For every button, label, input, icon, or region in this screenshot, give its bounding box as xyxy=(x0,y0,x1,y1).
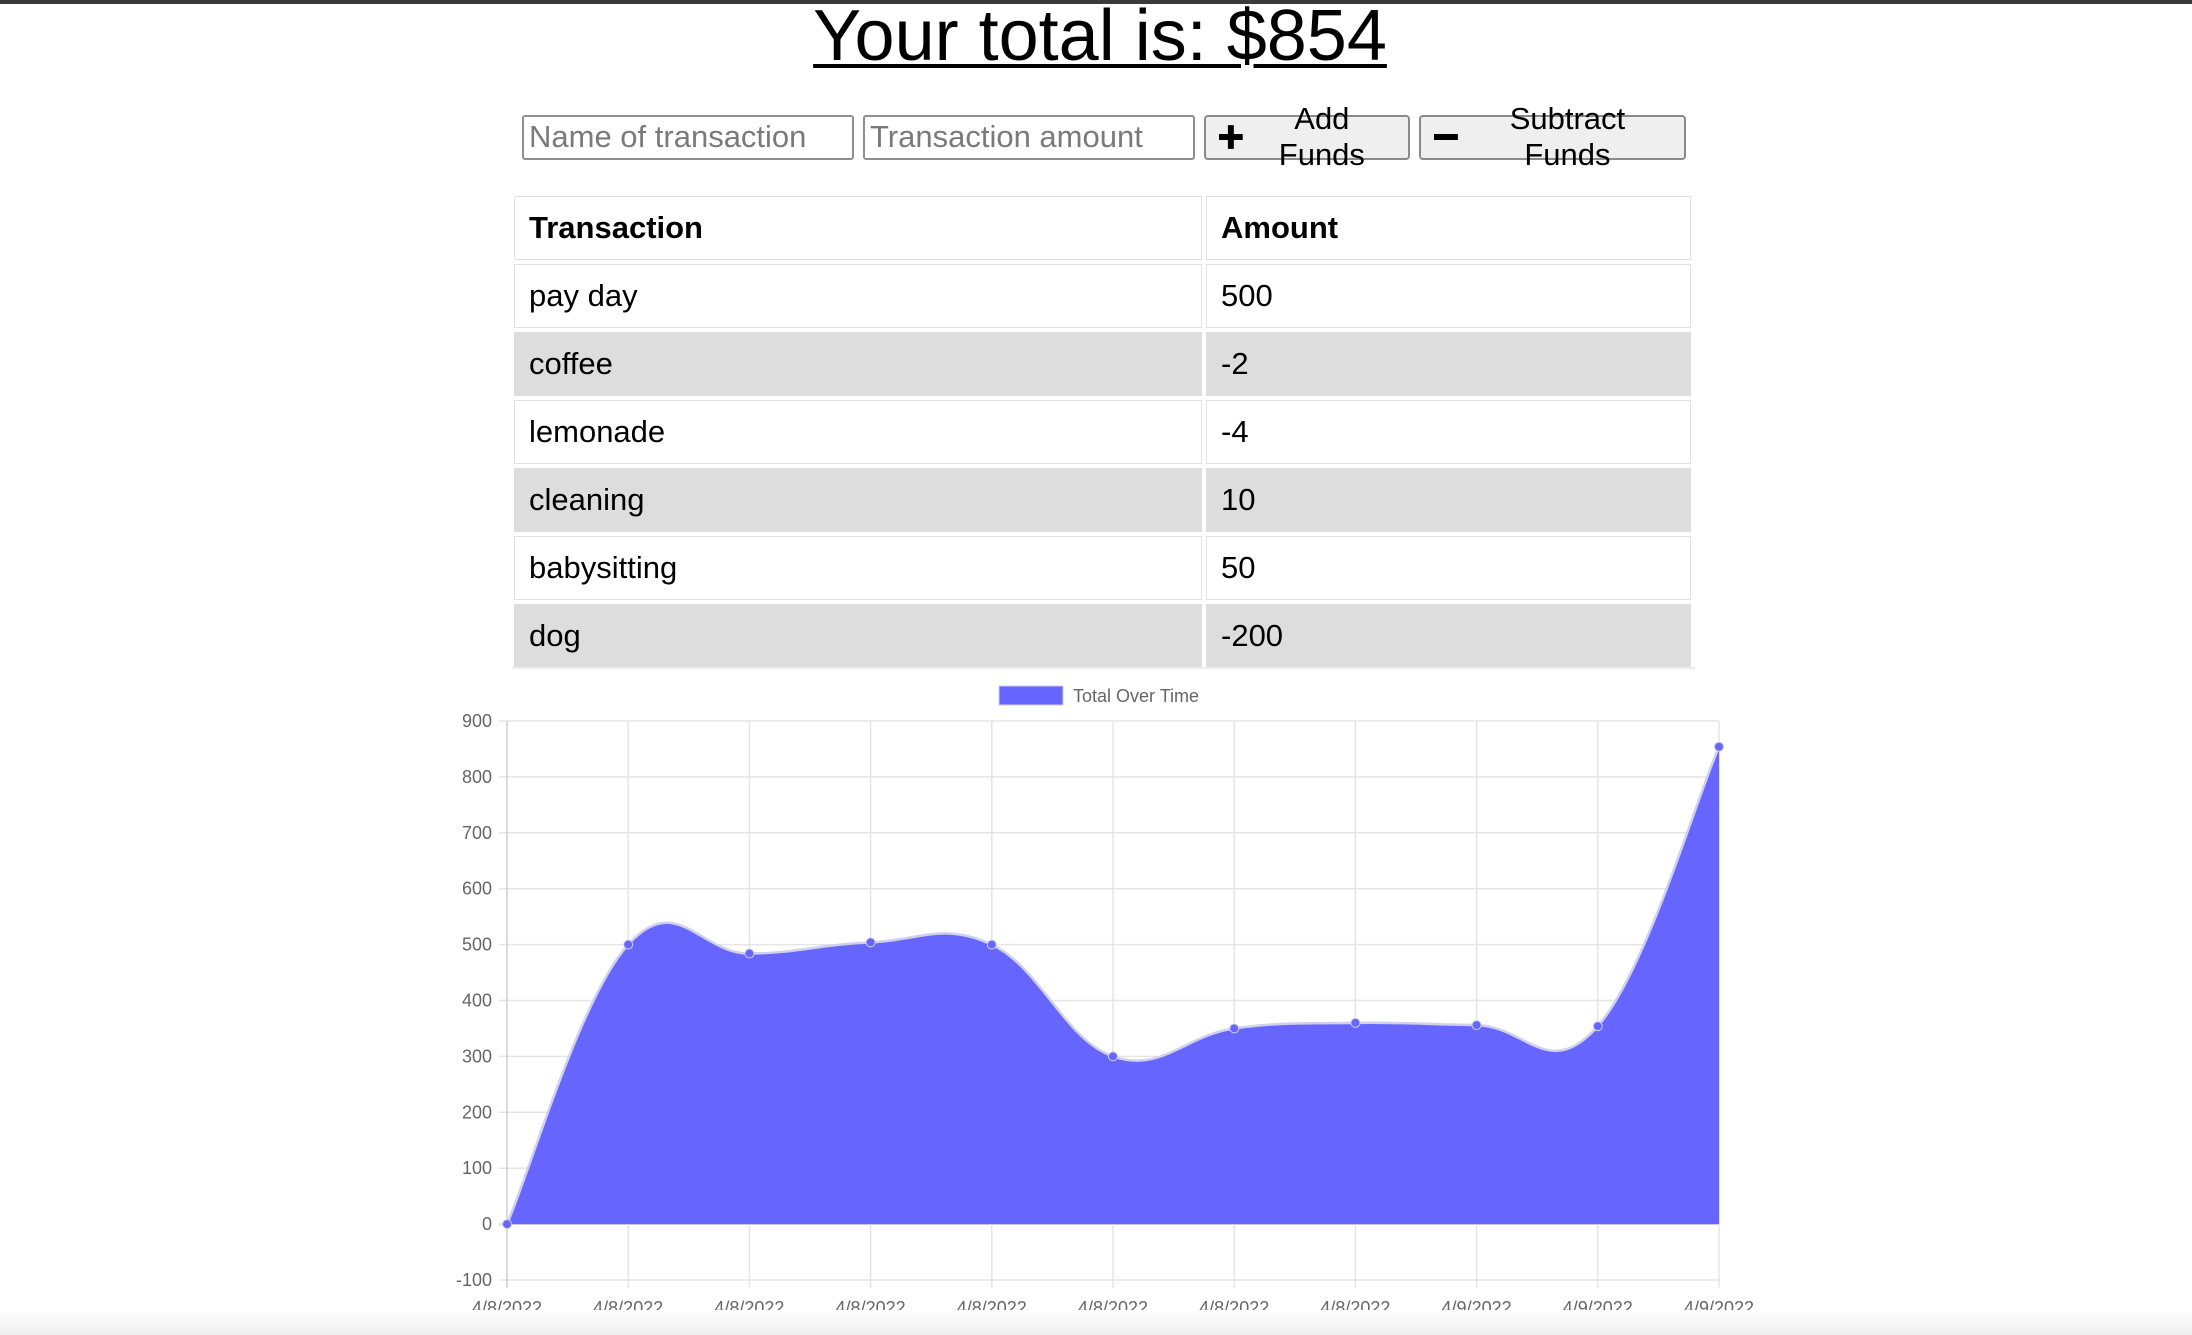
data-point xyxy=(1108,1051,1118,1062)
data-point xyxy=(1350,1017,1361,1028)
y-tick-label: 700 xyxy=(462,823,492,843)
data-point xyxy=(1714,741,1724,752)
data-point xyxy=(744,948,755,959)
legend-swatch xyxy=(998,685,1064,706)
data-point xyxy=(502,1219,512,1230)
chart-legend: Total Over Time xyxy=(998,685,1199,706)
y-tick-label: 0 xyxy=(482,1214,492,1234)
data-point xyxy=(1229,1023,1240,1034)
y-tick-label: 300 xyxy=(462,1046,492,1066)
total-over-time-chart: 9008007006005004003002001000-100 4/8/202… xyxy=(456,685,1754,1318)
window-bottom-edge xyxy=(0,1310,2192,1335)
y-tick-label: 100 xyxy=(462,1158,492,1178)
data-point xyxy=(623,939,634,950)
y-tick-label: 400 xyxy=(462,991,492,1011)
legend-label: Total Over Time xyxy=(1073,686,1199,706)
data-point xyxy=(1592,1021,1603,1032)
y-tick-label: 200 xyxy=(462,1102,492,1122)
y-axis-ticks: 900 800 700 600 500 400 300 200 100 0 -100 xyxy=(456,711,492,1290)
data-point xyxy=(1471,1020,1482,1031)
y-tick-label: 900 xyxy=(462,711,492,731)
y-tick-label: 600 xyxy=(462,879,492,899)
data-point xyxy=(986,939,997,950)
y-tick-label: 800 xyxy=(462,767,492,787)
y-tick-label: 500 xyxy=(462,935,492,955)
y-tick-label: -100 xyxy=(456,1270,492,1290)
data-point xyxy=(865,937,876,948)
